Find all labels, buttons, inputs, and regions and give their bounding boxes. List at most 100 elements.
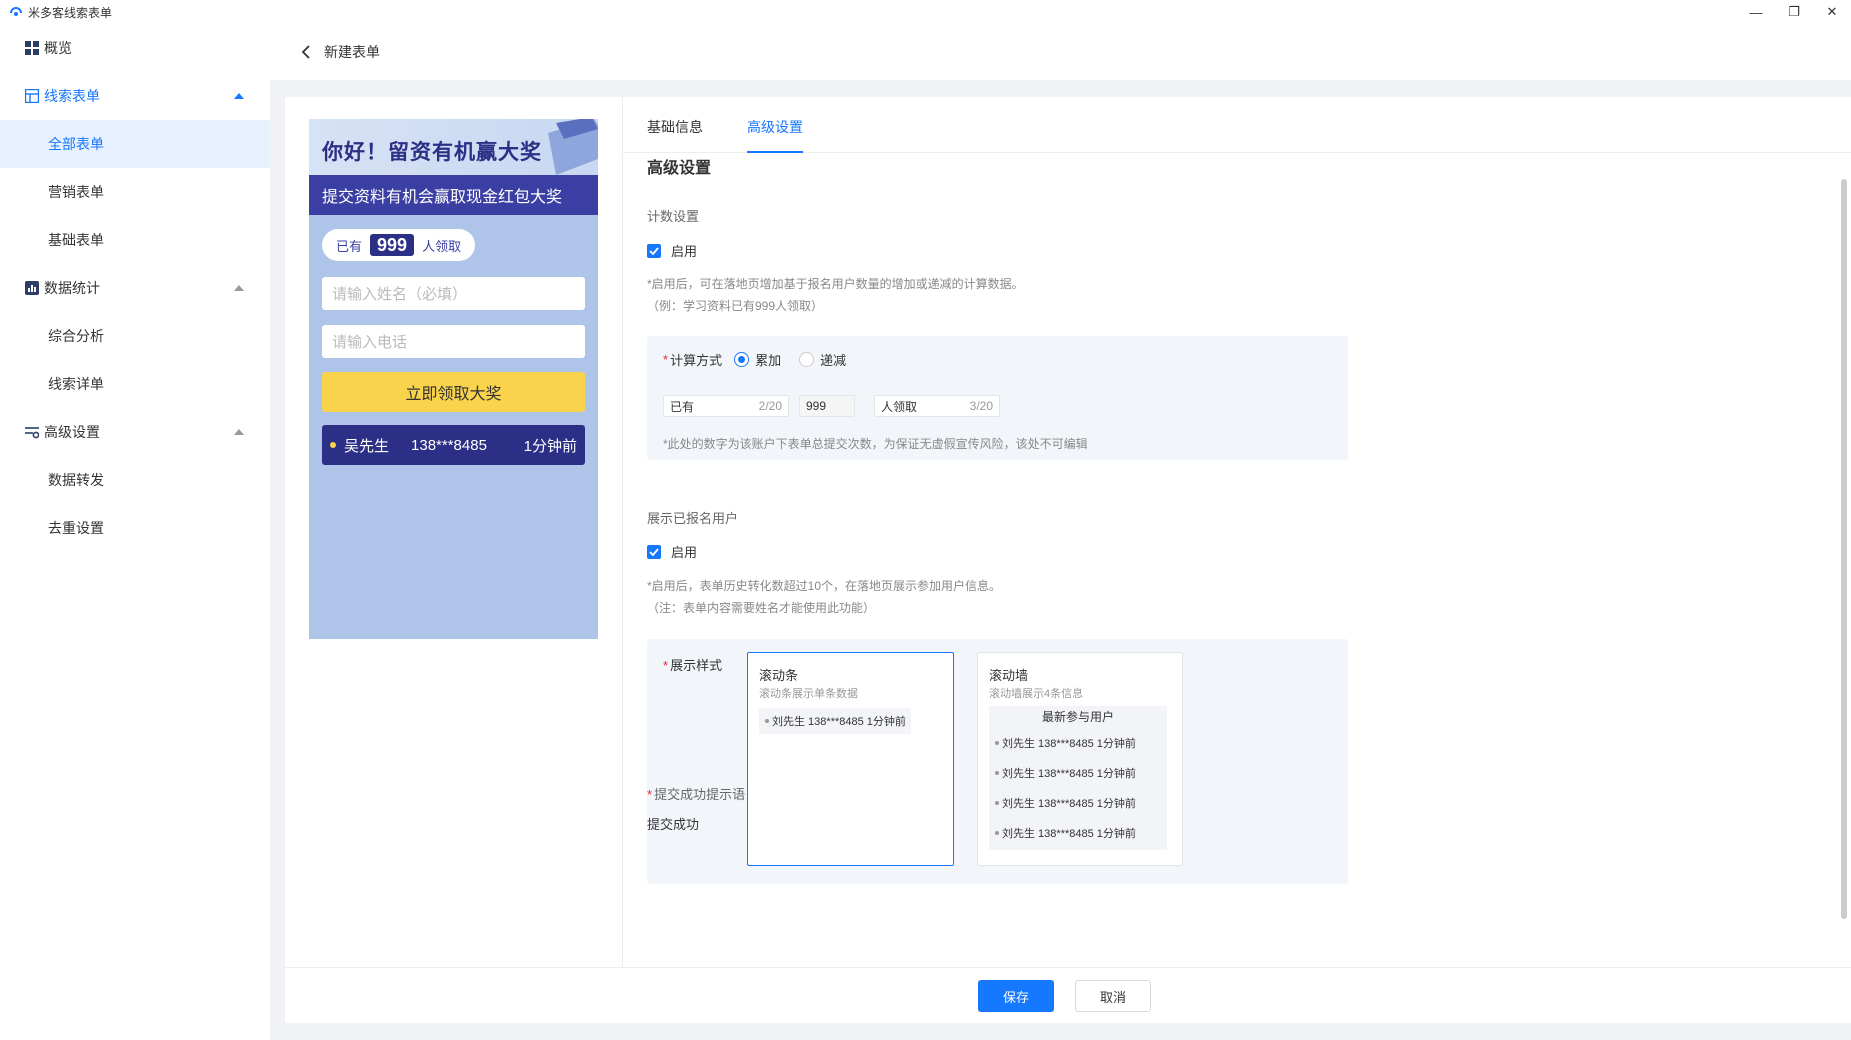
section-title: 高级设置 [647, 160, 712, 177]
preview-counter-suffix: 人领取 [422, 238, 462, 254]
style-option-scroll-wall[interactable]: 滚动墙 滚动墙展示4条信息 最新参与用户 刘先生 138***8485 1分钟前… [977, 652, 1183, 866]
ticker-time: 1分钟前 [523, 437, 577, 455]
display-style-box: * 展示样式 滚动条 滚动条展示单条数据 刘先生 138***8485 1分钟前 … [647, 639, 1348, 884]
sidebar-item-overview[interactable]: 概览 [0, 24, 270, 72]
sidebar-item-data-forward[interactable]: 数据转发 [0, 456, 270, 504]
show-users-label: 展示已报名用户 [647, 511, 739, 526]
number-value: 999 [806, 399, 827, 413]
checkbox-checked-icon[interactable] [647, 243, 661, 258]
preview-subtitle: 提交资料有机会赢取现金红包大奖 [309, 175, 598, 215]
sidebar-group-advanced[interactable]: 高级设置 [0, 408, 270, 456]
tab-advanced-settings[interactable]: 高级设置 [747, 117, 803, 137]
chevron-left-icon[interactable] [296, 42, 316, 62]
sidebar-item-all-forms[interactable]: 全部表单 [0, 120, 270, 168]
style-option-title: 滚动墙 [989, 668, 1029, 683]
close-button[interactable]: ✕ [1813, 0, 1851, 24]
page-title: 新建表单 [324, 44, 380, 60]
wall-row: 刘先生 138***8485 1分钟前 [989, 818, 1167, 848]
save-button[interactable]: 保存 [978, 980, 1054, 1012]
style-option-desc: 滚动条展示单条数据 [759, 688, 858, 700]
required-mark: * [663, 658, 669, 673]
title-bar: 米多客线索表单 — ❐ ✕ [0, 0, 1851, 24]
bullet-icon [995, 831, 999, 835]
hint-line: *启用后，可在落地页增加基于报名用户数量的增加或递减的计算数据。 [647, 277, 1024, 291]
footer-bar: 保存 取消 [285, 967, 1851, 1023]
cancel-button[interactable]: 取消 [1075, 980, 1151, 1012]
sidebar-item-marketing-forms[interactable]: 营销表单 [0, 168, 270, 216]
sidebar-group-data-stats[interactable]: 数据统计 [0, 264, 270, 312]
hint-line: *启用后，表单历史转化数超过10个，在落地页展示参加用户信息。 [647, 579, 1002, 593]
radio-subtract-label: 递减 [820, 353, 847, 368]
bullet-icon [995, 801, 999, 805]
sidebar-item-dedup[interactable]: 去重设置 [0, 504, 270, 552]
sidebar-item-analysis[interactable]: 综合分析 [0, 312, 270, 360]
style-option-desc: 滚动墙展示4条信息 [989, 688, 1084, 700]
wall-row: 刘先生 138***8485 1分钟前 [989, 788, 1167, 818]
show-users-hint: *启用后，表单历史转化数超过10个，在落地页展示参加用户信息。 （注：表单内容需… [647, 575, 1001, 619]
tab-active-indicator [747, 151, 803, 153]
sidebar-item-label: 高级设置 [44, 424, 100, 440]
method-row: * 计算方式 累加 递减 [663, 350, 846, 369]
style-option-scroll-bar[interactable]: 滚动条 滚动条展示单条数据 刘先生 138***8485 1分钟前 [747, 652, 954, 866]
success-label-text: 提交成功提示语 [654, 787, 746, 802]
suffix-text-input[interactable]: 人领取 3/20 [874, 395, 1000, 417]
wall-row-text: 刘先生 138***8485 1分钟前 [1002, 768, 1136, 780]
sample-row-text: 刘先生 138***8485 1分钟前 [772, 716, 906, 728]
bullet-icon [330, 442, 336, 448]
wall-row-text: 刘先生 138***8485 1分钟前 [1002, 798, 1136, 810]
checkbox-checked-icon[interactable] [647, 544, 661, 559]
success-message-input[interactable]: 提交成功 [647, 814, 699, 833]
checkbox-label: 启用 [671, 244, 698, 259]
form-grid-icon [24, 88, 40, 104]
counter-enable[interactable]: 启用 [647, 241, 697, 260]
sidebar-item-basic-forms[interactable]: 基础表单 [0, 216, 270, 264]
bullet-icon [995, 741, 999, 745]
preview-banner: 你好！留资有机赢大奖 [309, 119, 598, 175]
required-mark: * [663, 352, 669, 367]
sidebar-group-lead-forms[interactable]: 线索表单 [0, 72, 270, 120]
settings-icon [24, 424, 40, 440]
ticker-name: 吴先生 [344, 437, 390, 455]
preview-submit-button: 立即领取大奖 [322, 372, 585, 412]
sidebar-item-label: 数据统计 [44, 280, 100, 296]
form-preview: 你好！留资有机赢大奖 提交资料有机会赢取现金红包大奖 已有 999 人领取 请输… [309, 119, 598, 639]
chart-icon [24, 280, 40, 296]
sidebar-item-lead-details[interactable]: 线索详单 [0, 360, 270, 408]
wall-row: 刘先生 138***8485 1分钟前 [989, 728, 1167, 758]
page-header: 新建表单 [270, 24, 1851, 80]
app-logo-icon [8, 4, 24, 20]
scrollbar[interactable] [1841, 179, 1847, 919]
wall-header: 最新参与用户 [1041, 710, 1114, 724]
dashboard-icon [24, 40, 40, 56]
preview-banner-title: 你好！留资有机赢大奖 [322, 141, 542, 164]
content-panel: 你好！留资有机赢大奖 提交资料有机会赢取现金红包大奖 已有 999 人领取 请输… [285, 97, 1851, 1023]
style-label-row: * 展示样式 [663, 655, 722, 674]
suffix-char-count: 3/20 [969, 399, 993, 413]
preview-counter-number: 999 [370, 234, 415, 256]
minimize-button[interactable]: — [1737, 0, 1775, 24]
restore-button[interactable]: ❐ [1775, 0, 1813, 24]
prefix-text-input[interactable]: 已有 2/20 [663, 395, 789, 417]
sidebar-item-label: 线索表单 [44, 88, 100, 104]
radio-add[interactable] [734, 352, 750, 367]
app-title: 米多客线索表单 [28, 5, 113, 20]
caret-up-icon [234, 429, 244, 435]
wall-row-text: 刘先生 138***8485 1分钟前 [1002, 828, 1136, 840]
sidebar: 概览 线索表单 全部表单 营销表单 基础表单 数据统计 综合分析 线索详单 高级… [0, 24, 270, 1040]
counter-config-box: * 计算方式 累加 递减 已有 2/20 999 人领取 3/20 *此处的数字… [647, 336, 1348, 460]
show-users-enable[interactable]: 启用 [647, 542, 697, 561]
caret-up-icon [234, 93, 244, 99]
bullet-icon [765, 719, 769, 723]
counter-box-hint: *此处的数字为该账户下表单总提交次数，为保证无虚假宣传风险，该处不可编辑 [663, 437, 1088, 451]
number-readonly-input: 999 [799, 395, 855, 417]
settings-area: 基础信息 高级设置 高级设置 计数设置 启用 *启用后，可在落地页增加基于报名用… [622, 97, 1851, 967]
radio-subtract[interactable] [799, 352, 815, 367]
preview-counter: 已有 999 人领取 [322, 229, 476, 261]
wall-row: 刘先生 138***8485 1分钟前 [989, 758, 1167, 788]
radio-add-label: 累加 [755, 353, 782, 368]
tab-basic-info[interactable]: 基础信息 [647, 117, 703, 137]
style-label: 展示样式 [670, 658, 723, 673]
bullet-icon [995, 771, 999, 775]
preview-phone-input: 请输入电话 [322, 325, 585, 358]
counter-label: 计数设置 [647, 209, 700, 224]
